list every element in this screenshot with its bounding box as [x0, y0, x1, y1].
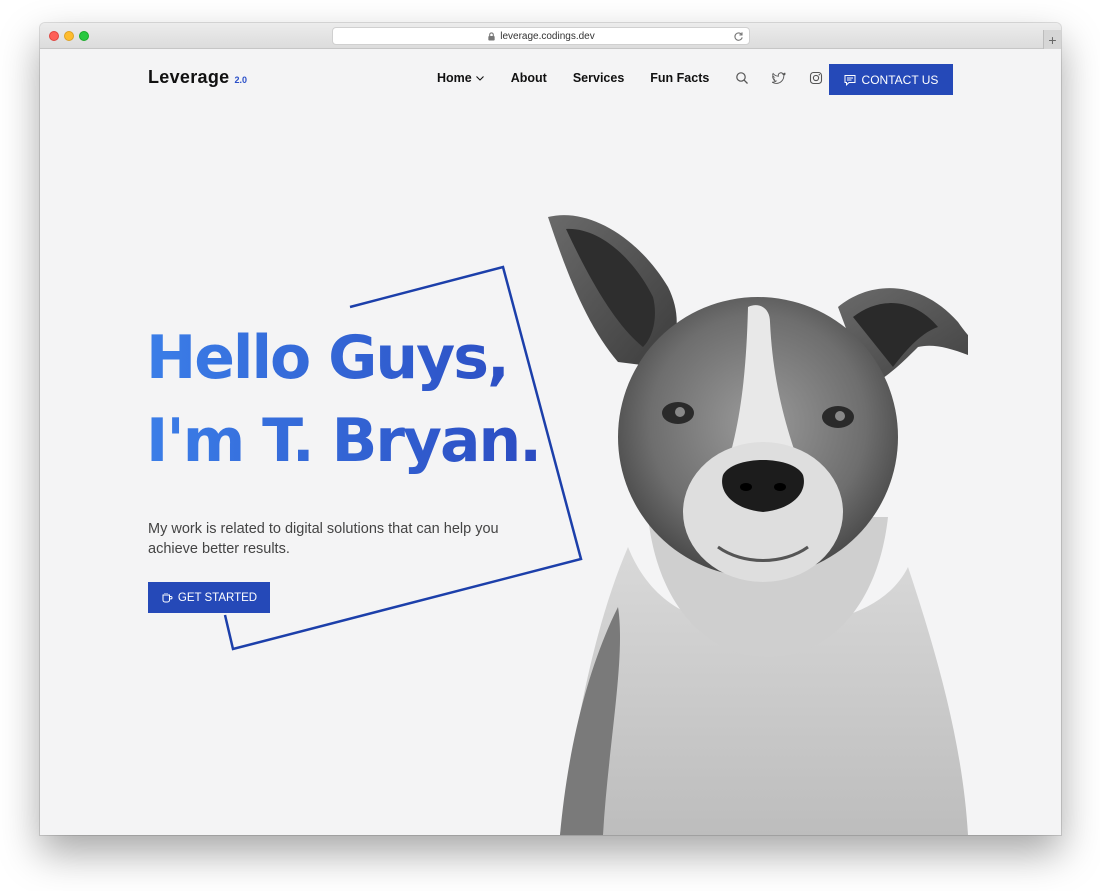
twitter-icon[interactable]: [772, 71, 787, 85]
browser-titlebar: leverage.codings.dev +: [40, 23, 1061, 49]
hero-title-line2: I'm T. Bryan.: [146, 406, 541, 476]
contact-us-label: CONTACT US: [861, 72, 939, 87]
new-tab-button[interactable]: +: [1043, 30, 1061, 49]
logo-text: Leverage: [148, 67, 230, 87]
browser-window: leverage.codings.dev + Leverage 2.0 Home…: [40, 23, 1061, 835]
nav-item-services[interactable]: Services: [573, 71, 624, 85]
page-content: Leverage 2.0 Home About Services Fun Fac…: [40, 49, 1061, 835]
minimize-window-button[interactable]: [64, 31, 74, 41]
address-bar[interactable]: leverage.codings.dev: [332, 27, 750, 45]
site-logo[interactable]: Leverage 2.0: [148, 67, 247, 88]
lock-icon: [488, 31, 495, 41]
main-nav: Home About Services Fun Facts: [437, 71, 846, 85]
nav-item-home[interactable]: Home: [437, 71, 485, 85]
dog-photo: [548, 215, 968, 835]
nav-item-home-label: Home: [437, 71, 472, 85]
nav-item-fun-facts[interactable]: Fun Facts: [650, 71, 709, 85]
get-started-label: GET STARTED: [177, 591, 258, 604]
close-window-button[interactable]: [49, 31, 59, 41]
url-text: leverage.codings.dev: [500, 30, 595, 42]
instagram-icon[interactable]: [809, 71, 823, 85]
chevron-down-icon: [475, 76, 484, 81]
hero-title-line1: Hello Guys,: [146, 323, 508, 393]
get-started-button[interactable]: GET STARTED: [148, 582, 270, 613]
hero-description: My work is related to digital solutions …: [148, 521, 499, 557]
hero-title: Hello Guys, I'm T. Bryan.: [146, 317, 540, 483]
logo-version: 2.0: [234, 75, 247, 85]
search-icon[interactable]: [735, 71, 749, 85]
coffee-cup-icon: [162, 592, 173, 602]
chat-icon: [844, 74, 856, 86]
nav-item-about[interactable]: About: [511, 71, 547, 85]
contact-us-button[interactable]: CONTACT US: [829, 64, 953, 95]
reload-icon[interactable]: [733, 31, 744, 42]
zoom-window-button[interactable]: [79, 31, 89, 41]
